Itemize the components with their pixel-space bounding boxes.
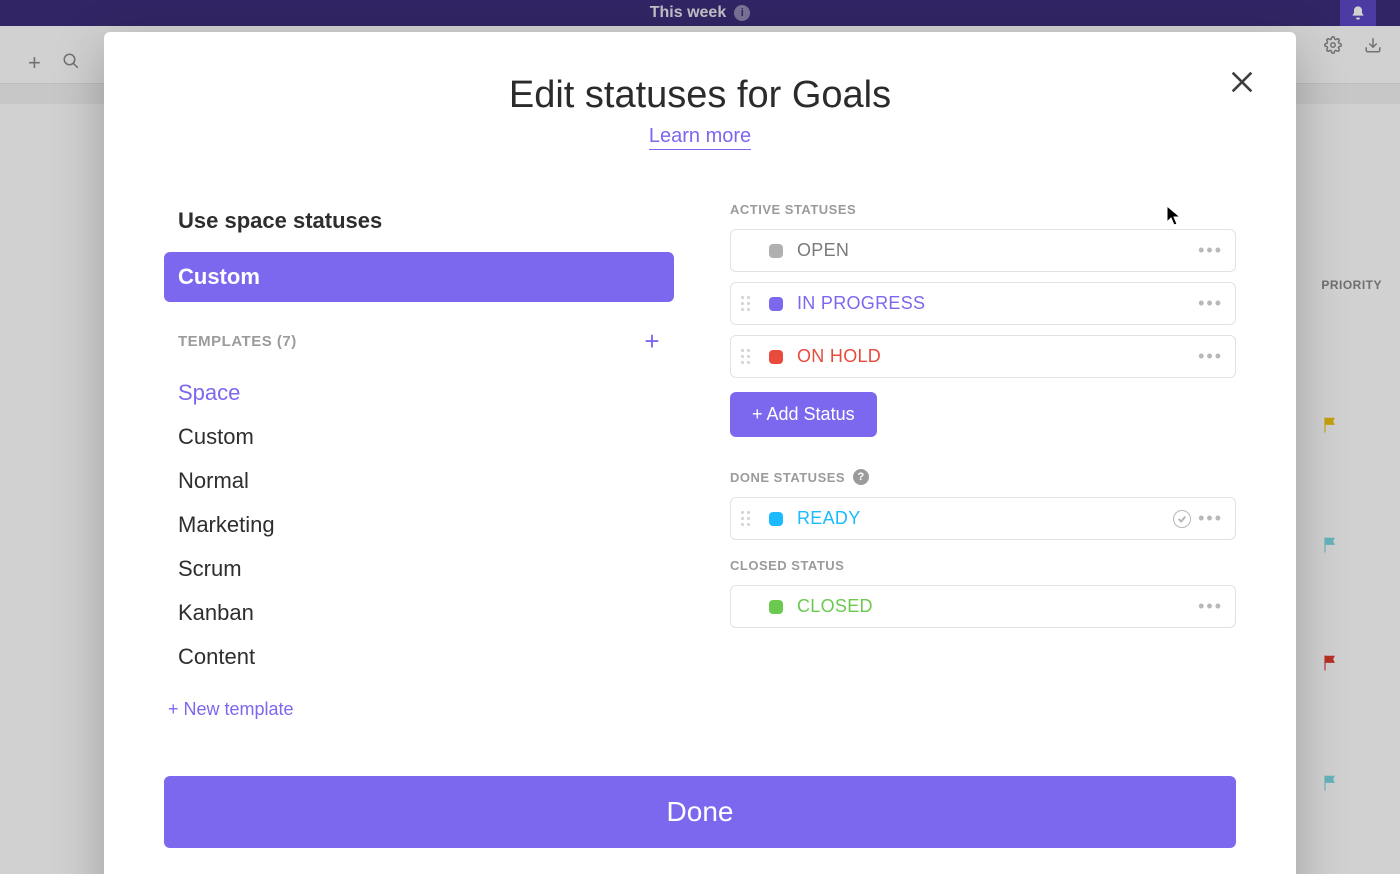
add-status-button[interactable]: + Add Status xyxy=(730,392,877,437)
status-row[interactable]: OPEN ••• xyxy=(730,229,1236,272)
closed-status-label: CLOSED STATUS xyxy=(730,558,1236,573)
done-button[interactable]: Done xyxy=(164,776,1236,848)
drag-handle-icon[interactable] xyxy=(741,511,755,526)
template-item[interactable]: Kanban xyxy=(164,591,674,635)
status-name: OPEN xyxy=(797,240,849,261)
template-item[interactable]: Marketing xyxy=(164,503,674,547)
status-name: ON HOLD xyxy=(797,346,881,367)
status-color-swatch[interactable] xyxy=(769,244,783,258)
status-row[interactable]: ON HOLD ••• xyxy=(730,335,1236,378)
active-statuses-label: ACTIVE STATUSES xyxy=(730,202,1236,217)
status-row[interactable]: CLOSED ••• xyxy=(730,585,1236,628)
add-template-icon[interactable]: + xyxy=(644,326,660,357)
row-more-icon[interactable]: ••• xyxy=(1198,293,1223,314)
templates-label: TEMPLATES (7) xyxy=(178,333,297,350)
status-name: READY xyxy=(797,508,861,529)
close-button[interactable] xyxy=(1222,62,1262,102)
template-item[interactable]: Content xyxy=(164,635,674,679)
template-item[interactable]: Space xyxy=(164,371,674,415)
status-row[interactable]: IN PROGRESS ••• xyxy=(730,282,1236,325)
status-name: CLOSED xyxy=(797,596,873,617)
row-more-icon[interactable]: ••• xyxy=(1198,240,1223,261)
row-more-icon[interactable]: ••• xyxy=(1198,346,1223,367)
help-icon[interactable]: ? xyxy=(853,469,869,485)
use-space-statuses-option[interactable]: Use space statuses xyxy=(164,202,674,240)
done-statuses-label: DONE STATUSES xyxy=(730,470,845,485)
template-item[interactable]: Scrum xyxy=(164,547,674,591)
learn-more-link[interactable]: Learn more xyxy=(649,125,751,150)
modal-title: Edit statuses for Goals xyxy=(164,74,1236,117)
status-row[interactable]: READY ••• xyxy=(730,497,1236,540)
check-circle-icon[interactable] xyxy=(1173,510,1191,528)
drag-handle-icon[interactable] xyxy=(741,296,755,311)
custom-option-selected[interactable]: Custom xyxy=(164,252,674,302)
row-more-icon[interactable]: ••• xyxy=(1198,596,1223,617)
status-color-swatch[interactable] xyxy=(769,350,783,364)
modal-overlay: Edit statuses for Goals Learn more Use s… xyxy=(0,0,1400,874)
new-template-link[interactable]: + New template xyxy=(164,699,674,720)
drag-handle-icon[interactable] xyxy=(741,349,755,364)
edit-statuses-modal: Edit statuses for Goals Learn more Use s… xyxy=(104,32,1296,874)
status-name: IN PROGRESS xyxy=(797,293,925,314)
status-color-swatch[interactable] xyxy=(769,600,783,614)
status-color-swatch[interactable] xyxy=(769,512,783,526)
row-more-icon[interactable]: ••• xyxy=(1198,508,1223,529)
template-item[interactable]: Custom xyxy=(164,415,674,459)
status-color-swatch[interactable] xyxy=(769,297,783,311)
template-item[interactable]: Normal xyxy=(164,459,674,503)
